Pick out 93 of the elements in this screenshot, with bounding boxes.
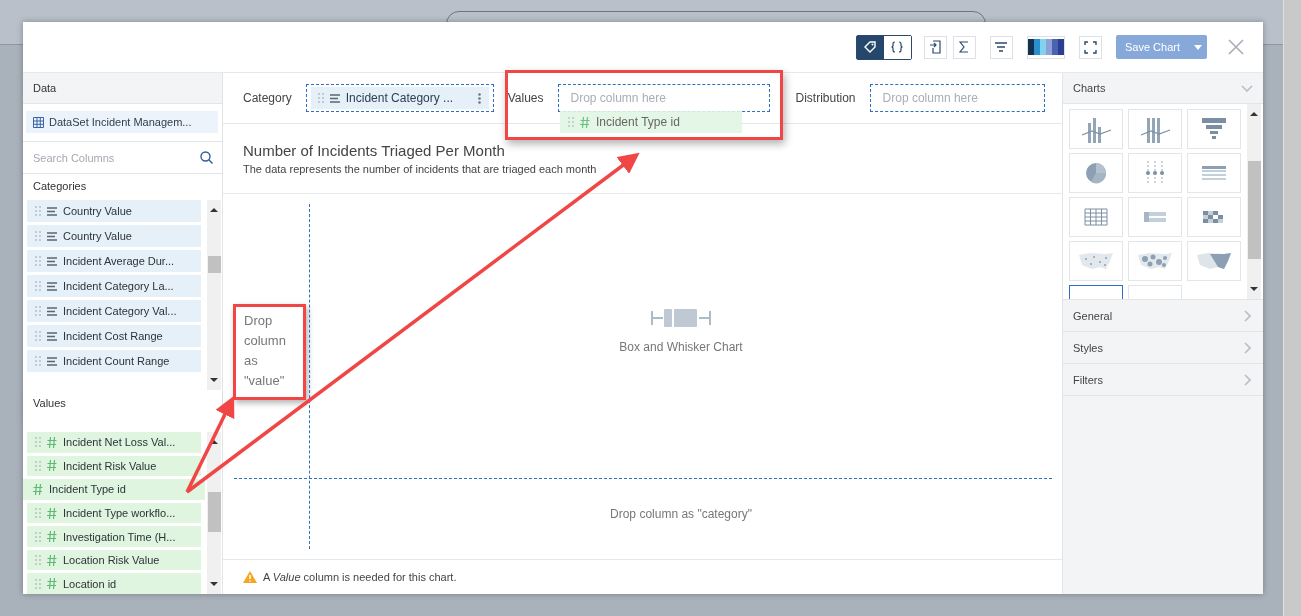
chevron-right-icon [1244, 309, 1251, 322]
text-lines-icon [329, 93, 340, 103]
drag-handle-icon [35, 306, 41, 316]
list-scrollbar[interactable] [207, 432, 221, 594]
list-scrollbar[interactable] [207, 200, 221, 390]
document-icon [929, 40, 942, 54]
field-label: Distribution [795, 91, 856, 105]
fullscreen-icon [1083, 40, 1097, 54]
tag-toggle-button[interactable] [856, 35, 884, 59]
warning-message: A Value column is needed for this chart. [263, 571, 457, 583]
value-drop-hint: Drop column as "value" [233, 303, 306, 400]
palette-button[interactable] [1026, 35, 1065, 59]
drag-handle-icon [35, 508, 41, 518]
text-lines-icon [47, 281, 57, 291]
drag-handle-icon [35, 437, 41, 448]
chart-type-label: Box and Whisker Chart [619, 340, 743, 354]
text-lines-icon [47, 331, 57, 341]
value-column-item[interactable]: Incident Net Loss Val... [27, 432, 201, 453]
drag-handle-icon [35, 331, 41, 341]
hash-icon [33, 483, 43, 495]
hash-icon [580, 116, 590, 128]
color-palette-icon [1027, 39, 1064, 55]
value-column-item[interactable]: Location id [27, 573, 201, 594]
hash-icon [47, 531, 57, 543]
fullscreen-button[interactable] [1078, 35, 1102, 59]
text-lines-icon [47, 256, 57, 266]
sum-button[interactable] [952, 35, 976, 59]
category-column-item[interactable]: Incident Category La... [27, 275, 201, 297]
export-button[interactable] [923, 35, 947, 59]
drag-handle-icon [35, 231, 41, 241]
text-lines-icon [47, 306, 57, 316]
charts-scrollbar[interactable] [1247, 104, 1261, 299]
field-label: Values [507, 91, 544, 105]
close-button[interactable] [1227, 38, 1245, 56]
chevron-down-icon[interactable] [1241, 84, 1253, 92]
section-label: Values [33, 397, 66, 409]
category-drop-zone[interactable]: Incident Category ... [305, 84, 494, 112]
drag-handle-icon [35, 531, 41, 542]
drag-handle-icon [35, 206, 41, 216]
search-icon [200, 151, 213, 164]
tag-icon [864, 41, 877, 53]
column-chip[interactable]: Incident Category ... [310, 87, 489, 109]
box-whisker-icon [651, 308, 711, 328]
value-column-item[interactable]: Incident Type workflo... [27, 502, 201, 524]
panel-title: Data [33, 82, 57, 94]
sigma-icon [959, 41, 970, 53]
text-lines-icon [47, 206, 57, 216]
chart-subtitle: The data represents the number of incidents that are triaged each month [243, 163, 598, 175]
drag-handle-icon [317, 93, 324, 103]
value-column-item[interactable]: Investigation Time (H... [27, 526, 201, 547]
warning-icon [243, 571, 257, 583]
close-icon [1228, 39, 1244, 55]
field-label: Category [243, 91, 292, 105]
more-icon[interactable] [477, 92, 481, 104]
page-scrollbar[interactable] [1283, 0, 1301, 616]
chevron-right-icon [1244, 373, 1251, 386]
drag-handle-icon [35, 555, 41, 566]
settings-section[interactable]: Styles [1063, 332, 1263, 364]
chevron-right-icon [1244, 341, 1251, 354]
category-drop-hint: Drop column as "category" [610, 507, 752, 521]
drag-handle-icon [35, 460, 41, 471]
value-column-item[interactable]: Location Risk Value [27, 549, 201, 571]
braces-icon [891, 41, 904, 53]
drag-handle-icon [35, 356, 41, 366]
drag-handle-icon [35, 281, 41, 291]
hash-icon [47, 460, 57, 472]
hash-icon [47, 436, 57, 448]
section-label: Categories [33, 180, 87, 192]
category-column-item[interactable]: Incident Cost Range [27, 325, 201, 347]
text-lines-icon [47, 356, 57, 366]
table-icon [33, 116, 44, 128]
category-column-item[interactable]: Country Value [27, 225, 201, 247]
drag-handle-icon [568, 117, 574, 127]
filter-icon [995, 42, 1008, 52]
category-column-item[interactable]: Incident Category Val... [27, 300, 201, 322]
hash-icon [47, 554, 57, 566]
dataset-item[interactable]: DataSet Incident Managem... [26, 111, 218, 133]
category-column-item[interactable]: Country Value [27, 200, 201, 222]
panel-title: Charts [1073, 82, 1106, 94]
chart-title: Number of Incidents Triaged Per Month [243, 142, 506, 159]
hash-icon [47, 507, 57, 519]
settings-section[interactable]: Filters [1063, 364, 1263, 396]
dragged-column-chip[interactable]: Incident Type id [560, 111, 742, 133]
value-column-item[interactable]: Incident Type id [23, 479, 205, 500]
filter-button[interactable] [989, 35, 1013, 59]
category-column-item[interactable]: Incident Count Range [27, 350, 201, 372]
text-lines-icon [47, 231, 57, 241]
drag-handle-icon [35, 256, 41, 266]
value-column-item[interactable]: Incident Risk Value [27, 455, 201, 477]
drag-handle-icon [35, 578, 41, 589]
settings-section[interactable]: General [1063, 300, 1263, 332]
category-column-item[interactable]: Incident Average Dur... [27, 250, 201, 272]
hash-icon [47, 578, 57, 590]
